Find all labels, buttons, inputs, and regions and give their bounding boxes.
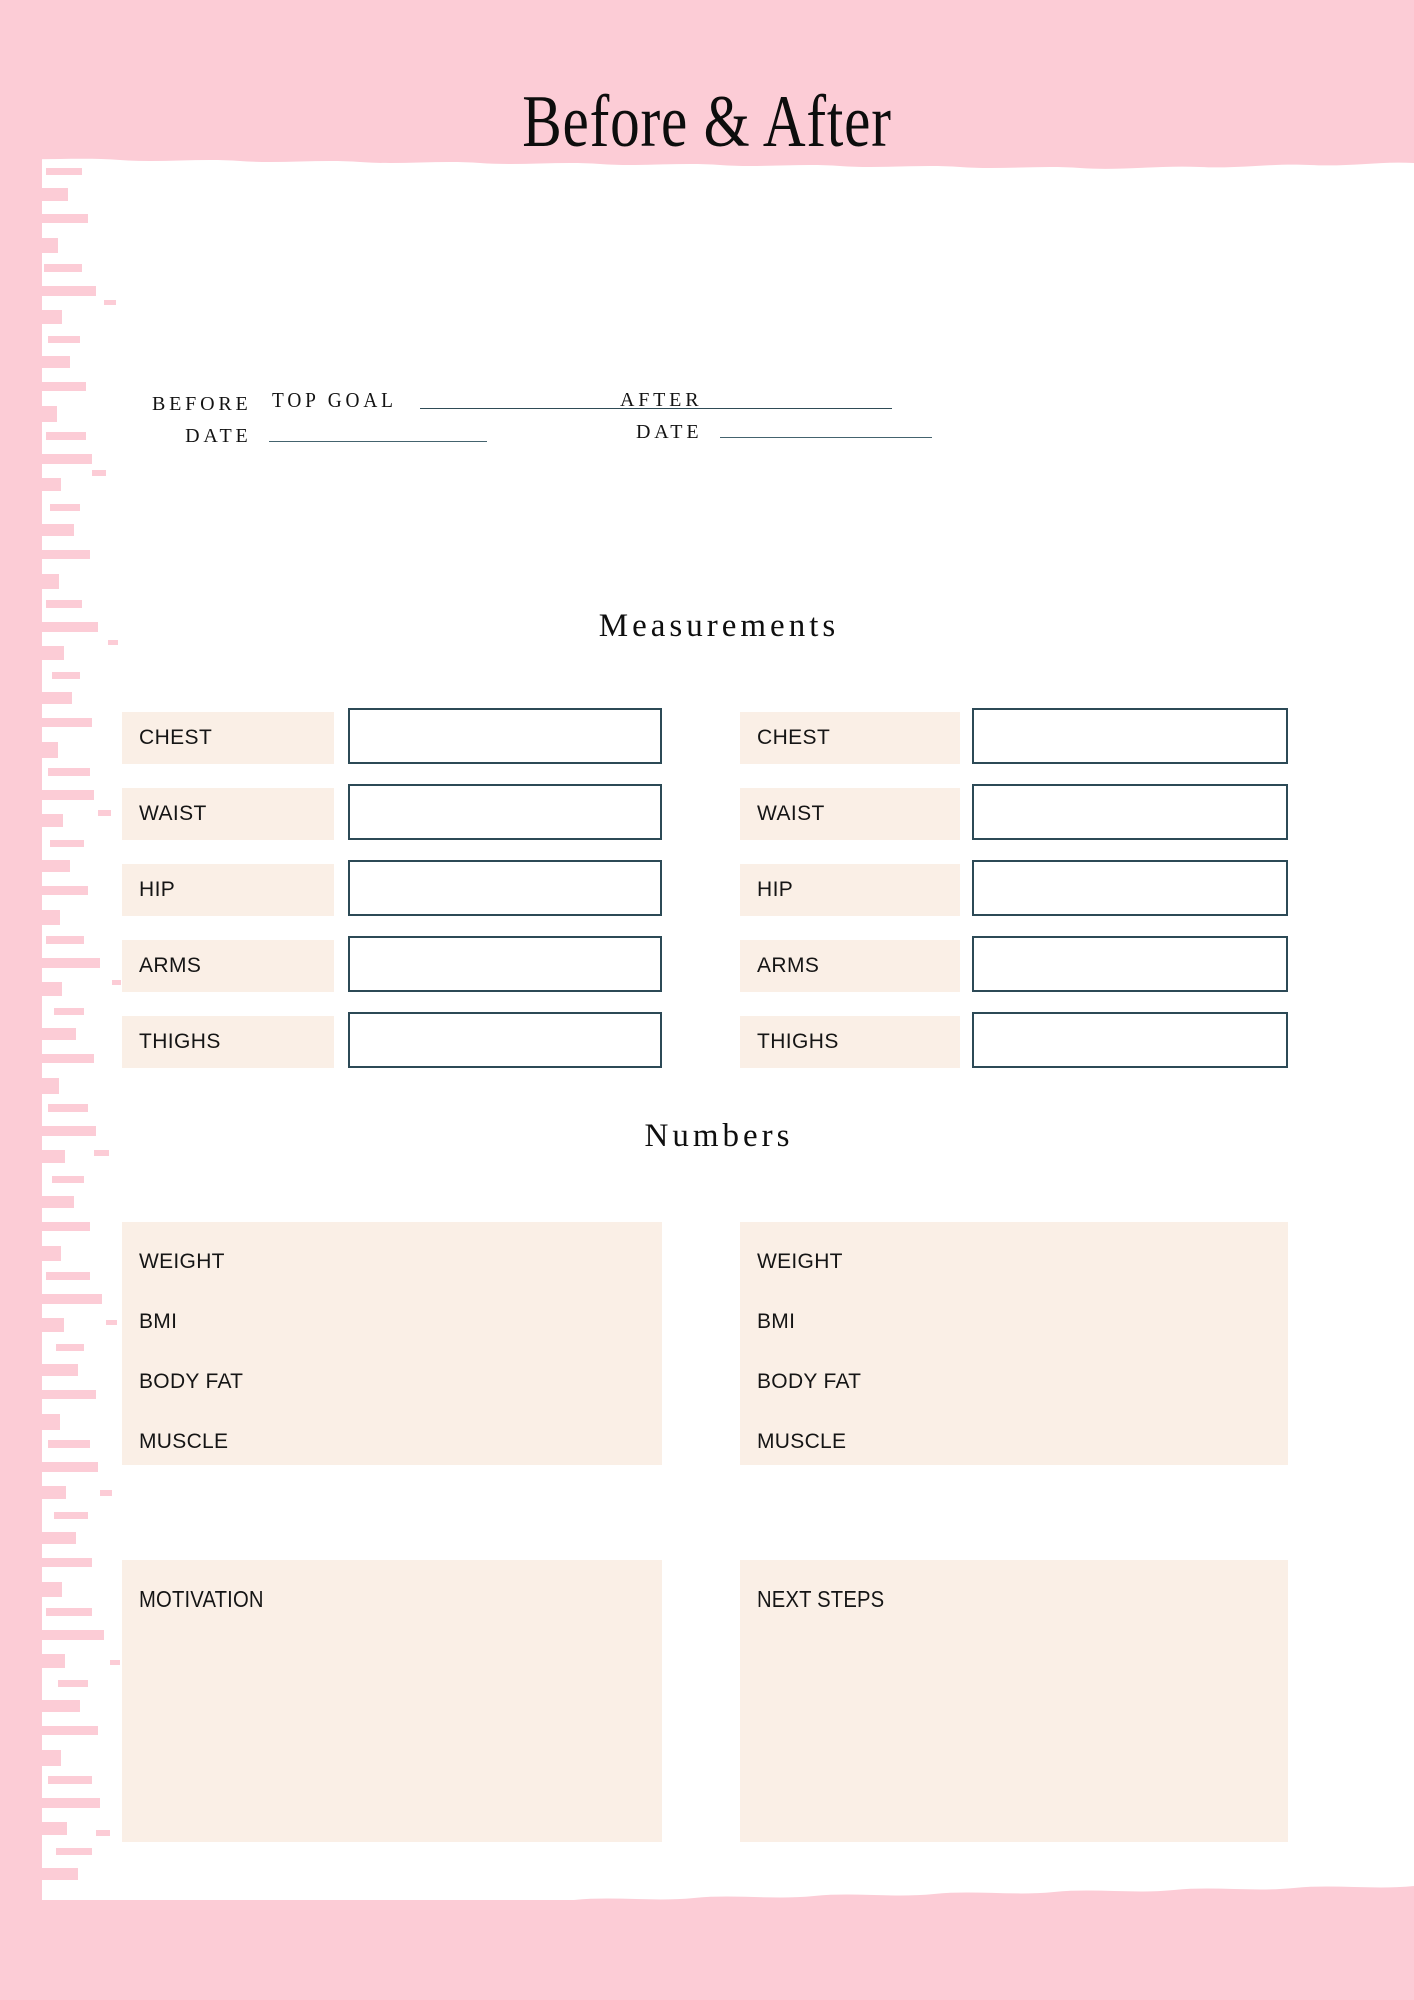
measurement-label: ARMS	[740, 940, 961, 992]
numbers-item-label: BMI	[757, 1310, 796, 1333]
measurements-heading: Measurements	[598, 608, 840, 644]
table-row: HIP	[740, 860, 1288, 916]
table-row: THIGHS	[122, 1012, 662, 1068]
page-title: Before & After	[522, 81, 892, 163]
measurement-input[interactable]	[347, 860, 662, 916]
measurement-input[interactable]	[972, 860, 1288, 916]
table-row: THIGHS	[740, 1012, 1288, 1068]
numbers-before-block[interactable]: WEIGHT BMI BODY FAT MUSCLE	[122, 1222, 662, 1465]
bottom-brush-edge-shape	[0, 1886, 1414, 1912]
before-date-input-line[interactable]	[269, 441, 488, 442]
measurement-input[interactable]	[347, 784, 662, 840]
table-row: ARMS	[740, 936, 1288, 992]
measurement-label: WAIST	[122, 788, 334, 840]
measurements-after-column: CHEST WAIST HIP ARMS THIGHS	[740, 708, 1288, 1092]
bottom-brush-band	[0, 1900, 1414, 2000]
measurement-label: THIGHS	[740, 1016, 961, 1068]
next-steps-title: NEXT STEPS	[757, 1586, 885, 1612]
measurement-label: WAIST	[740, 788, 961, 840]
before-date-block: BEFORE DATE	[152, 388, 488, 452]
worksheet-page: Before & After TOP GOAL BEFORE DATE AFTE…	[0, 0, 1414, 2000]
table-row: WAIST	[740, 784, 1288, 840]
measurement-label: CHEST	[740, 712, 961, 764]
measurement-input[interactable]	[347, 1012, 662, 1068]
after-date-label: AFTER DATE	[620, 384, 702, 448]
table-row: HIP	[122, 860, 662, 916]
measurements-grid: CHEST WAIST HIP ARMS THIGHS CHEST WAIST …	[0, 708, 1414, 1072]
before-date-label: BEFORE DATE	[152, 388, 251, 452]
measurement-label: ARMS	[122, 940, 334, 992]
measurement-input[interactable]	[347, 708, 662, 764]
next-steps-block[interactable]: NEXT STEPS	[740, 1560, 1288, 1842]
numbers-after-block[interactable]: WEIGHT BMI BODY FAT MUSCLE	[740, 1222, 1288, 1465]
numbers-item-label: BMI	[139, 1310, 178, 1333]
measurement-label: HIP	[740, 864, 961, 916]
measurement-label: CHEST	[122, 712, 334, 764]
after-date-input-line[interactable]	[720, 437, 933, 438]
measurement-input[interactable]	[972, 784, 1288, 840]
motivation-block[interactable]: MOTIVATION	[122, 1560, 662, 1842]
after-date-label-line2: DATE	[636, 421, 703, 443]
before-date-label-line2: DATE	[185, 425, 252, 447]
numbers-item-label: WEIGHT	[757, 1250, 843, 1273]
numbers-item-label: WEIGHT	[139, 1250, 225, 1273]
table-row: CHEST	[740, 708, 1288, 764]
table-row: ARMS	[122, 936, 662, 992]
numbers-item-label: BODY FAT	[139, 1370, 244, 1393]
numbers-item-label: MUSCLE	[139, 1430, 229, 1453]
measurement-input[interactable]	[347, 936, 662, 992]
table-row: WAIST	[122, 784, 662, 840]
after-date-block: AFTER DATE	[620, 384, 933, 448]
measurements-before-column: CHEST WAIST HIP ARMS THIGHS	[122, 708, 662, 1092]
before-date-label-line1: BEFORE	[152, 393, 252, 415]
after-date-label-line1: AFTER	[620, 389, 703, 411]
measurement-input[interactable]	[972, 936, 1288, 992]
motivation-title: MOTIVATION	[139, 1586, 264, 1612]
numbers-item-label: MUSCLE	[757, 1430, 847, 1453]
measurement-label: THIGHS	[122, 1016, 334, 1068]
numbers-item-label: BODY FAT	[757, 1370, 862, 1393]
measurement-label: HIP	[122, 864, 334, 916]
measurement-input[interactable]	[972, 708, 1288, 764]
table-row: CHEST	[122, 708, 662, 764]
measurement-input[interactable]	[972, 1012, 1288, 1068]
numbers-heading: Numbers	[644, 1118, 794, 1154]
bottom-brush-edge	[0, 1878, 1414, 1912]
